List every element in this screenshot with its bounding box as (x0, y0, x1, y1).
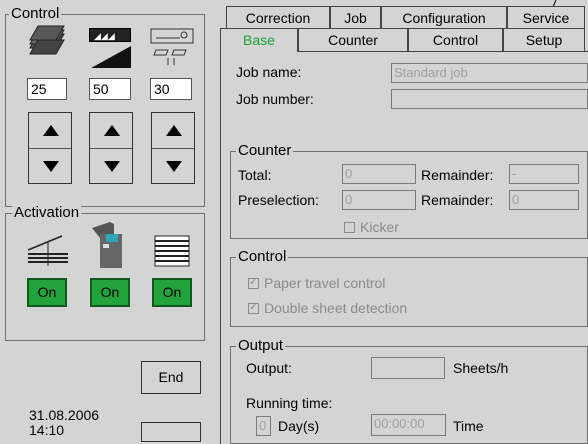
job-number-label: Job number: (236, 91, 314, 107)
arrow-down-icon[interactable] (166, 161, 182, 172)
control-section-title: Control (236, 248, 289, 265)
arrow-down-icon[interactable] (104, 161, 120, 172)
tab-base[interactable]: Base (220, 28, 298, 52)
output-field[interactable] (371, 357, 445, 379)
double-sheet-label: Double sheet detection (264, 300, 408, 316)
days-field[interactable]: 0 (256, 416, 271, 436)
feeder-icon (26, 234, 70, 268)
arrow-up-icon[interactable] (104, 125, 120, 136)
speed-display-icon: ◢◢◢ (89, 28, 131, 42)
arrow-down-icon[interactable] (43, 161, 59, 172)
sheets-stepper[interactable] (28, 112, 72, 184)
remainder-label-2: Remainder: (421, 192, 494, 208)
preselection-field[interactable]: 0 (342, 190, 416, 210)
total-field[interactable]: 0 (342, 164, 416, 184)
folder-unit-icon (90, 222, 130, 270)
tab-service[interactable]: Service (507, 6, 585, 30)
activation-group-title: Activation (12, 204, 82, 221)
sheets-value-field[interactable]: 25 (27, 78, 67, 100)
arrow-up-icon[interactable] (43, 125, 59, 136)
output-group-title: Output (236, 337, 286, 354)
remainder-field-2[interactable]: 0 (509, 190, 579, 210)
tab-setup[interactable]: Setup (503, 28, 585, 52)
paper-travel-checkbox[interactable] (248, 275, 259, 289)
tab-job[interactable]: Job (330, 6, 381, 30)
sheet-stack-icon (26, 24, 72, 62)
kicker-checkbox[interactable] (344, 222, 355, 233)
date-text: 31.08.2006 (29, 407, 100, 423)
kicker-label: Kicker (360, 219, 399, 235)
job-name-label: Job name: (236, 64, 302, 80)
tab-control[interactable]: Control (408, 28, 503, 52)
delivery-stack-icon (153, 234, 193, 268)
double-sheet-checkbox[interactable] (248, 300, 259, 314)
total-label: Total: (238, 167, 272, 183)
paper-travel-label: Paper travel control (264, 275, 386, 291)
remainder-label-1: Remainder: (421, 167, 494, 183)
tab-correction[interactable]: Correction (226, 6, 330, 30)
counter-group-title: Counter (236, 142, 294, 159)
control-group-title: Control (9, 5, 62, 22)
tab-configuration[interactable]: Configuration (381, 6, 507, 30)
tab-counter[interactable]: Counter (298, 28, 408, 52)
running-time-field[interactable]: 00:00:00 (371, 414, 446, 436)
output-unit-label: Sheets/h (453, 360, 509, 376)
status-field (141, 422, 201, 442)
job-number-field[interactable] (391, 89, 588, 109)
days-label: Day(s) (278, 418, 320, 434)
delivery-on-button[interactable]: On (152, 278, 192, 307)
feeder-on-button[interactable]: On (27, 278, 67, 307)
folder-on-button[interactable]: On (90, 278, 130, 307)
output-label: Output: (246, 360, 292, 376)
remainder-field-1[interactable]: - (509, 164, 579, 184)
preselection-label: Preselection: (238, 192, 319, 208)
distance-stepper[interactable] (151, 112, 195, 184)
job-name-field[interactable]: Standard job (391, 63, 588, 83)
running-time-label: Running time: (246, 395, 333, 411)
speed-ramp-icon (91, 46, 131, 68)
time-text: 14:10 (29, 422, 65, 438)
distance-value-field[interactable]: 30 (150, 78, 192, 100)
time-unit-label: Time (453, 418, 484, 434)
speed-stepper[interactable] (89, 112, 133, 184)
arrow-up-icon[interactable] (166, 125, 182, 136)
end-button[interactable]: End (141, 361, 201, 394)
sheet-distance-icon (150, 28, 194, 68)
svg-text:◢◢◢: ◢◢◢ (94, 31, 115, 41)
speed-value-field[interactable]: 50 (89, 78, 131, 100)
